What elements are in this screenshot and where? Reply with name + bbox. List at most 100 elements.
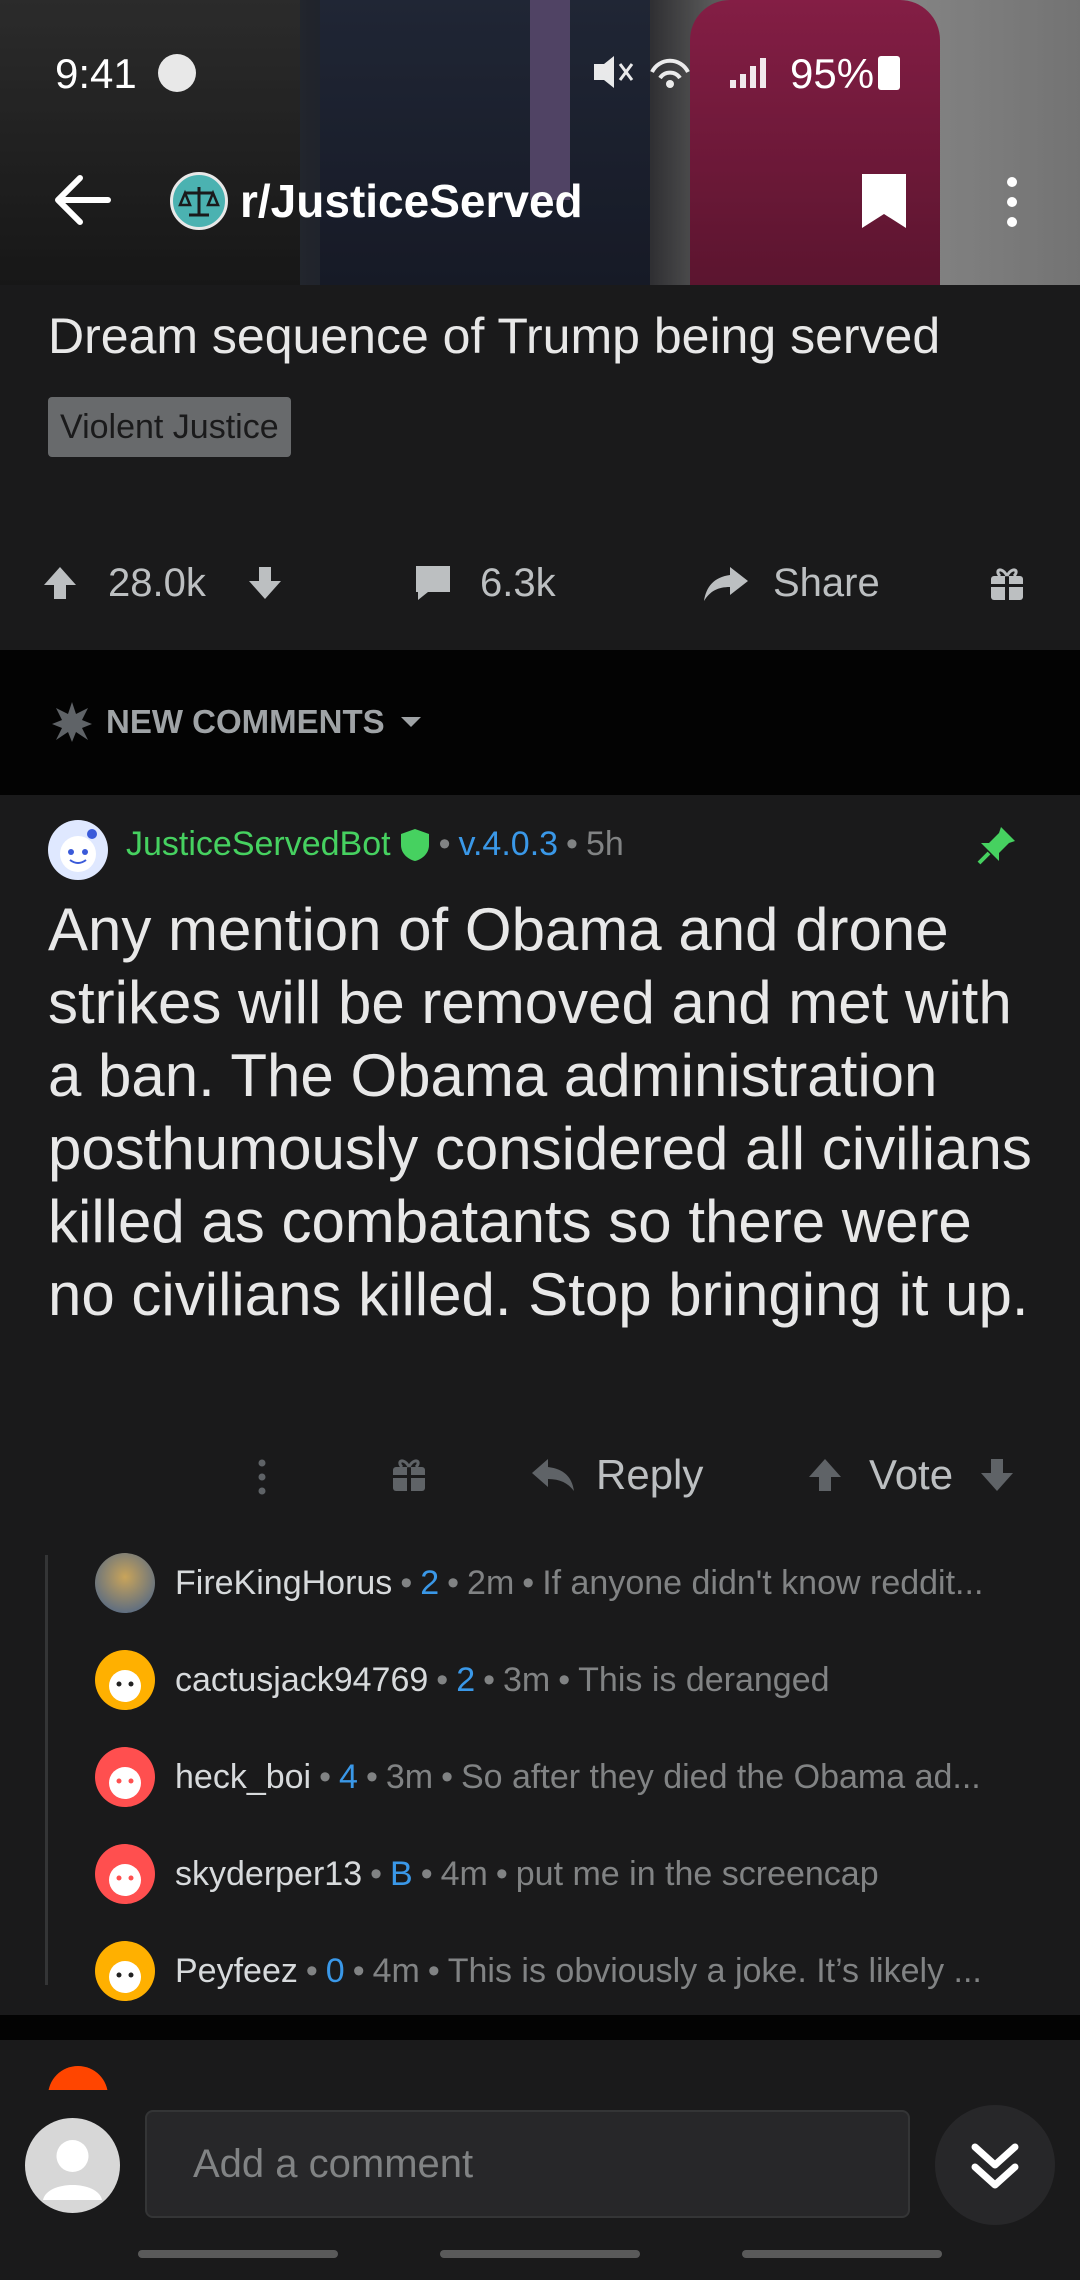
collapsed-reply[interactable]: Peyfeez • 0 • 4m • This is obviously a j…	[95, 1940, 1055, 2002]
reply-score: B	[390, 1854, 413, 1893]
collapsed-reply[interactable]: cactusjack94769 • 2 • 3m • This is deran…	[95, 1649, 1055, 1711]
comment-age: 5h	[585, 825, 624, 863]
reply-preview: If anyone didn't know reddit...	[542, 1563, 984, 1602]
nav-gesture-left[interactable]	[138, 2250, 338, 2258]
comments-button[interactable]	[412, 543, 454, 623]
user-avatar[interactable]	[95, 1650, 155, 1710]
comment-meta: JusticeServedBot • v.4.0.3 • 5h	[126, 825, 624, 864]
post-score: 28.0k	[108, 560, 206, 605]
meta-separator: •	[483, 1660, 496, 1699]
reply-author[interactable]: skyderper13	[175, 1855, 362, 1894]
top-nav: r/JusticeServed	[0, 160, 1080, 240]
bookmark-icon[interactable]	[858, 170, 910, 232]
battery-percent: 95%	[790, 50, 875, 97]
add-comment-input[interactable]: Add a comment	[145, 2110, 910, 2218]
user-avatar[interactable]	[95, 1844, 155, 1904]
post-upvote-button[interactable]	[40, 543, 80, 623]
comment-gift-icon[interactable]	[390, 1455, 428, 1493]
subreddit-name[interactable]: r/JusticeServed	[240, 174, 583, 228]
meta-separator: •	[522, 1563, 535, 1602]
reply-arrow-icon	[532, 1459, 574, 1491]
comment-downvote-icon[interactable]	[977, 1455, 1017, 1495]
double-chevron-down-icon	[971, 2143, 1019, 2189]
nav-gesture-right[interactable]	[742, 2250, 942, 2258]
vote-label: Vote	[869, 1451, 954, 1498]
next-comment-button[interactable]	[935, 2105, 1055, 2225]
reply-author[interactable]: Peyfeez	[175, 1952, 298, 1991]
reply-age: 2m	[467, 1563, 515, 1602]
post-card: Dream sequence of Trump being served Vio…	[0, 285, 1080, 650]
comment-bubble-icon	[416, 566, 450, 600]
reply-author[interactable]: FireKingHorus	[175, 1564, 392, 1603]
share-button[interactable]	[702, 543, 750, 623]
reply-button[interactable]: Reply	[530, 1435, 703, 1515]
battery-icon	[878, 56, 900, 90]
collapsed-reply[interactable]: heck_boi • 4 • 3m • So after they died t…	[95, 1746, 1055, 1808]
thread-line[interactable]	[45, 1555, 48, 1985]
meta-separator: •	[420, 1854, 433, 1893]
back-arrow-icon[interactable]	[52, 172, 112, 228]
gift-icon	[991, 568, 1023, 600]
meta-separator: •	[319, 1757, 332, 1796]
signal-icons	[590, 52, 780, 101]
mod-shield-icon	[400, 828, 429, 861]
system-nav-bar	[0, 2250, 1080, 2270]
meta-separator: •	[427, 1951, 440, 1990]
meta-separator: •	[558, 1660, 571, 1699]
reply-preview: This is deranged	[578, 1660, 830, 1699]
post-flair[interactable]: Violent Justice	[48, 397, 291, 457]
comment-actions: Reply Vote	[0, 1435, 1080, 1515]
user-avatar[interactable]	[95, 1553, 155, 1613]
collapsed-reply[interactable]: skyderper13 • B • 4m • put me in the scr…	[95, 1843, 1055, 1905]
upvote-arrow-icon[interactable]	[40, 563, 80, 603]
comment-separator	[0, 2015, 1080, 2040]
comment-body: Any mention of Obama and drone strikes w…	[48, 896, 1032, 1328]
pin-icon	[977, 827, 1015, 865]
comment-more-icon[interactable]	[254, 1457, 270, 1497]
meta-separator: •	[305, 1951, 318, 1990]
comment-upvote-icon[interactable]	[805, 1455, 845, 1495]
user-avatar[interactable]	[95, 1941, 155, 2001]
post-actions: 28.0k 6.3k Share	[0, 543, 1080, 623]
status-bar: 9:41 95%	[0, 40, 1080, 100]
reply-author[interactable]: cactusjack94769	[175, 1661, 428, 1700]
comment-composer-bar: Add a comment	[0, 2090, 1080, 2280]
vote-controls: Vote	[805, 1435, 1017, 1515]
sort-dropdown[interactable]: NEW COMMENTS	[50, 700, 423, 744]
meta-separator: •	[566, 825, 578, 863]
reply-age: 4m	[372, 1951, 420, 1990]
meta-separator: •	[441, 1757, 453, 1796]
reply-score: 2	[420, 1563, 440, 1602]
award-button[interactable]	[988, 543, 1026, 623]
reply-age: 3m	[503, 1660, 551, 1699]
post-title: Dream sequence of Trump being served	[48, 308, 941, 364]
comment-count[interactable]: 6.3k	[480, 543, 556, 623]
post-downvote-button[interactable]	[245, 543, 285, 623]
share-label[interactable]: Share	[773, 543, 880, 623]
share-arrow-icon	[704, 567, 748, 601]
reply-author[interactable]: heck_boi	[175, 1758, 311, 1797]
sort-band: NEW COMMENTS	[0, 650, 1080, 795]
reply-age: 3m	[385, 1757, 434, 1796]
status-time: 9:41	[55, 50, 137, 97]
more-options-icon[interactable]	[1000, 172, 1024, 232]
sparkle-icon	[52, 702, 92, 742]
reply-score: 0	[325, 1951, 345, 1990]
user-avatar[interactable]	[48, 2066, 108, 2090]
meta-separator: •	[352, 1951, 365, 1990]
current-user-avatar[interactable]	[25, 2118, 120, 2213]
subreddit-icon[interactable]	[170, 172, 228, 230]
nav-gesture-center[interactable]	[440, 2250, 640, 2258]
reply-score: 2	[456, 1660, 476, 1699]
reply-score: 4	[339, 1757, 358, 1796]
next-comment-peek[interactable]	[0, 2040, 1080, 2090]
comment-author[interactable]: JusticeServedBot	[126, 825, 391, 864]
downvote-arrow-icon[interactable]	[245, 563, 285, 603]
bot-avatar[interactable]	[48, 820, 108, 880]
chevron-down-icon	[400, 717, 421, 727]
collapsed-reply[interactable]: FireKingHorus • 2 • 2m • If anyone didn'…	[95, 1552, 1055, 1614]
reply-age: 4m	[440, 1854, 488, 1893]
comment-flair: v.4.0.3	[458, 825, 559, 863]
user-avatar[interactable]	[95, 1747, 155, 1807]
reply-preview: This is obviously a joke. It’s likely ..…	[447, 1951, 982, 1990]
